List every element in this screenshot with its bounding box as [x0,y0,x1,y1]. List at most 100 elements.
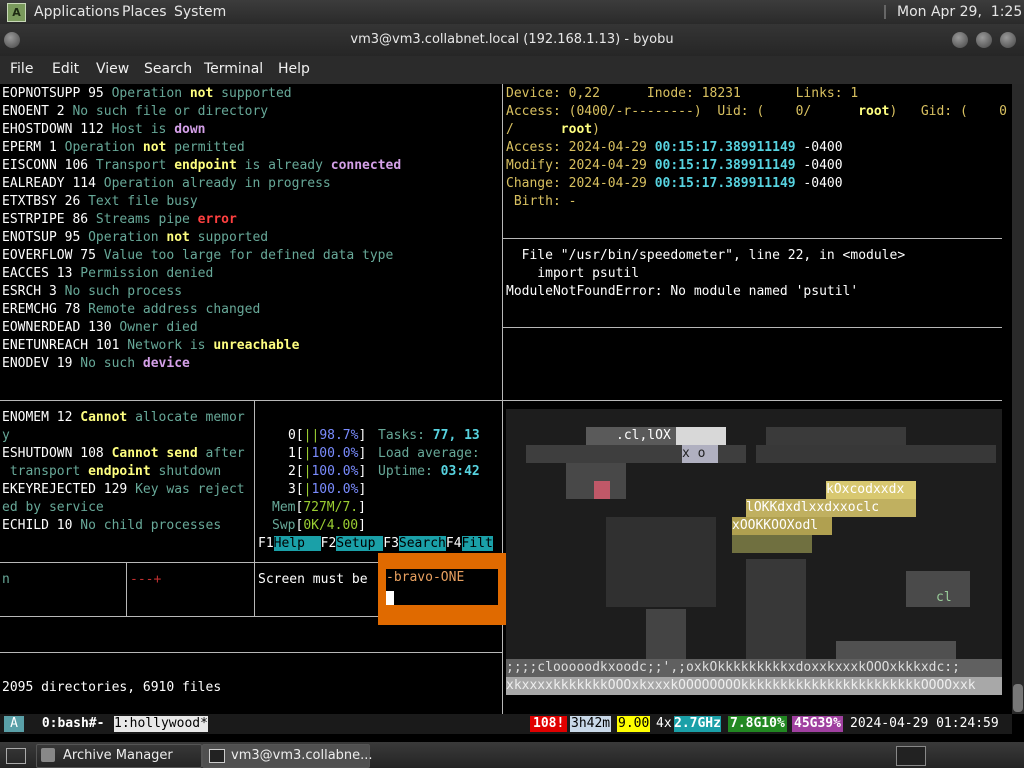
world-map-ascii-art: .cl,lOX x o kOxcodxxdx lOKKdxdlxxdxxoclc… [506,409,1002,695]
terminal-scrollbar[interactable] [1012,84,1024,714]
pane-divider [503,238,1002,239]
terminal-line: ENETUNREACH 101 Network is unreachable [2,338,300,353]
pane-divider [503,327,1002,328]
terminal-line: ed by service [2,500,104,515]
pane-text: n [2,572,10,587]
map-row: x o [682,446,706,461]
maximize-button[interactable] [976,32,992,48]
map-row: .cl,lOX [616,428,671,443]
terminal-line: EOPNOTSUPP 95 Operation not supported [2,86,292,101]
uptime-badge: 3h42m [570,716,612,732]
terminal-line: ENOENT 2 No such file or directory [2,104,269,119]
window-tab-0[interactable]: 0:bash#- [34,716,112,732]
pane-divider-vertical [126,563,127,616]
pane-divider-vertical [254,563,255,616]
fkey-f4[interactable]: F4Filt [446,536,493,551]
terminal-line: Change: 2024-04-29 00:15:17.389911149 -0… [506,176,843,191]
byobu-status-bar: A 0:bash#- 1:hollywood* 108! 3h42m 9.00 … [0,714,1012,734]
terminal-line: ECHILD 10 No child processes [2,518,222,533]
terminal-line: Modify: 2024-04-29 00:15:17.389911149 -0… [506,158,843,173]
taskbar-archive-manager[interactable]: Archive Manager [36,744,202,768]
terminal-line: Device: 0,22 Inode: 18231 Links: 1 [506,86,859,101]
terminal-line: EOVERFLOW 75 Value too large for defined… [2,248,394,263]
terminal-line: EISCONN 106 Transport endpoint is alread… [2,158,402,173]
traceback-line: ModuleNotFoundError: No module named 'ps… [506,284,859,299]
cpu-freq-badge: 2.7GHz [674,716,721,732]
terminal-line: ENOMEM 12 Cannot allocate memor [2,410,245,425]
show-desktop-icon[interactable] [6,748,26,764]
fkey-f3[interactable]: F3Search [383,536,446,551]
terminal-line: ETXTBSY 26 Text file busy [2,194,198,209]
window-title-bar[interactable]: vm3@vm3.collabnet.local (192.168.1.13) -… [0,24,1024,56]
bravo-window[interactable]: -bravo-ONE [386,569,498,605]
byobu-logo-icon[interactable]: A [4,716,24,732]
map-row: xOOKKOOXodl [732,518,819,533]
window-title: vm3@vm3.collabnet.local (192.168.1.13) -… [350,32,674,47]
fkey-f2[interactable]: F2Setup [321,536,384,551]
menu-edit[interactable]: Edit [52,61,79,77]
memory-badge: 7.8G10% [728,716,787,732]
screen-warning-text: Screen must be [258,572,376,587]
terminal-line: EKEYREJECTED 129 Key was reject [2,482,245,497]
terminal-line: EACCES 13 Permission denied [2,266,214,281]
terminal-line: transport endpoint shutdown [2,464,222,479]
menu-help[interactable]: Help [278,61,310,77]
errno-pane: EOPNOTSUPP 95 Operation not supported ENO… [2,85,500,385]
terminal-line: / root) [506,122,600,137]
stat-output-pane: Device: 0,22 Inode: 18231 Links: 1 Access… [506,85,1007,225]
terminal-line: EOWNERDEAD 130 Owner died [2,320,198,335]
pane-divider [0,616,378,617]
applications-logo-icon[interactable]: A [7,3,26,22]
taskbar-terminal[interactable]: vm3@vm3.collabne... [202,744,373,768]
traceback-line: File "/usr/bin/speedometer", line 22, in… [506,248,906,263]
menu-search[interactable]: Search [144,61,192,77]
errno-pane-small: ENOMEM 12 Cannot allocate memor y ESHUTDOW… [2,409,252,549]
menu-applications[interactable]: Applications [34,4,120,20]
alerts-badge: 108! [530,716,568,732]
archive-manager-icon [41,748,55,762]
mem-meter: Mem[727M/7.] [272,500,366,515]
terminal-line: ESHUTDOWN 108 Cannot send after [2,446,245,461]
status-datetime: 2024-04-29 01:24:59 [850,716,999,731]
menu-view[interactable]: View [96,61,129,77]
terminal-line: ENOTSUP 95 Operation not supported [2,230,269,245]
scrollbar-thumb[interactable] [1013,684,1023,712]
menu-bar: File Edit View Search Terminal Help [0,56,1024,84]
highlight-box: -bravo-ONE [378,553,506,625]
disk-badge: 45G39% [792,716,843,732]
terminal-line: EALREADY 114 Operation already in progre… [2,176,331,191]
menu-file[interactable]: File [10,61,33,77]
window-tab-1[interactable]: 1:hollywood* [114,716,208,732]
bravo-label: -bravo-ONE [386,570,465,585]
minimize-button[interactable] [952,32,968,48]
fkey-f1[interactable]: F1Help [258,536,321,551]
terminal-line: EPERM 1 Operation not permitted [2,140,245,155]
pane-divider [0,400,502,401]
cpu-meter-0: 0[||98.7%] [288,428,367,443]
bottom-panel: Archive Manager vm3@vm3.collabne... [0,742,1024,768]
htop-function-keys: F1Help F2Setup F3SearchF4Filt [258,535,493,553]
map-row: xkxxxxkkkkkkkOOOxkxxxkOOOOOOOOkkkkkkkkkk… [506,678,976,693]
swap-meter: Swp[0K/4.00] [272,518,366,533]
pane-divider [503,400,1002,401]
workspace-switcher-icon[interactable] [896,746,926,766]
panel-clock[interactable]: Mon Apr 29, 1:25 AM [897,4,1024,20]
menu-terminal[interactable]: Terminal [204,61,263,77]
menu-system[interactable]: System [174,4,226,20]
terminal-line: EHOSTDOWN 112 Host is down [2,122,206,137]
pane-text: ---+ [130,572,162,587]
load-badge: 9.00 [617,716,651,732]
map-row: kOxcodxxdx [826,482,905,497]
pane-divider [0,652,502,653]
uptime-readout: Uptime: 03:42 [378,464,480,479]
text-cursor [386,591,394,605]
tree-summary: 2095 directories, 6910 files [2,680,222,695]
close-button[interactable] [1000,32,1016,48]
terminal-line: Access: 2024-04-29 00:15:17.389911149 -0… [506,140,843,155]
pane-divider-vertical [254,401,255,562]
menu-places[interactable]: Places [122,4,167,20]
traceback-pane: File "/usr/bin/speedometer", line 22, in… [506,247,1002,307]
cpu-meter-3: 3[|100.0%] [288,482,367,497]
top-panel: A Applications Places System Mon Apr 29,… [0,0,1024,24]
panel-separator [884,5,886,19]
